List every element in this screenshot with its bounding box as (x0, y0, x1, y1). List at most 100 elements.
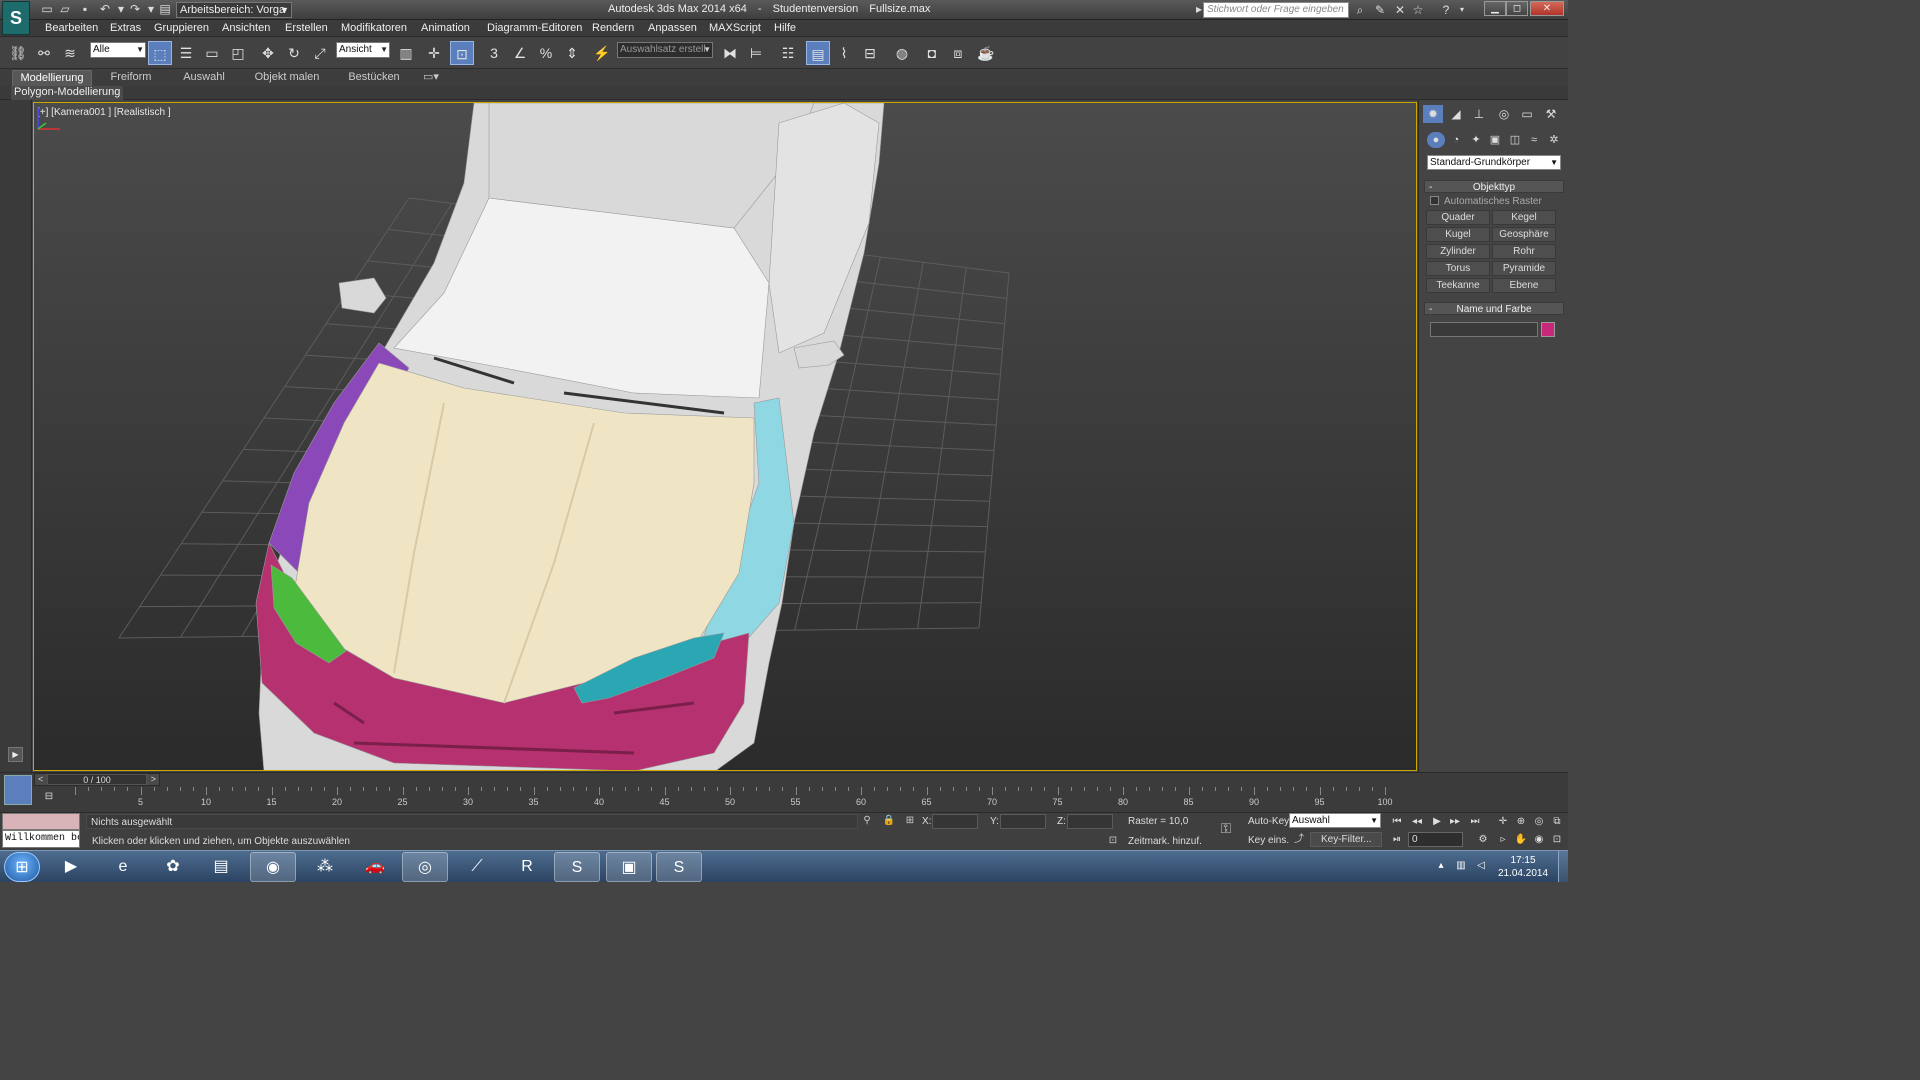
menu-maxscript[interactable]: MAXScript (709, 22, 761, 34)
open-trackbar-icon[interactable]: ⊟ (38, 791, 60, 807)
time-configuration-icon[interactable]: ⚙ (1476, 833, 1490, 847)
display-tab-icon[interactable]: ▭ (1517, 105, 1537, 123)
time-slider-handle[interactable]: 0 / 100 (47, 774, 147, 785)
material-editor-icon[interactable]: ◍ (890, 41, 914, 65)
spacewarps-icon[interactable]: ≈ (1525, 132, 1543, 148)
key-filter-button[interactable]: Key-Filter... (1310, 832, 1382, 847)
default-in-out-tangent-icon[interactable]: ⤴ (1292, 833, 1306, 847)
menu-hilfe[interactable]: Hilfe (774, 22, 796, 34)
object-color-swatch[interactable] (1541, 322, 1555, 337)
next-frame-button[interactable]: > (151, 774, 156, 785)
z-coordinate-field[interactable] (1067, 814, 1113, 829)
select-by-name-icon[interactable]: ☰ (174, 41, 198, 65)
zoom-all-icon[interactable]: ⊕ (1514, 815, 1528, 829)
maximize-button[interactable]: ◻ (1506, 1, 1528, 16)
maximize-toggle-icon[interactable]: ⊡ (1550, 833, 1564, 847)
media-player-icon[interactable]: ▶ (48, 852, 94, 882)
communication-center-icon[interactable]: ✕ (1392, 2, 1408, 18)
chrome-icon[interactable]: ◎ (402, 852, 448, 882)
motion-tab-icon[interactable]: ◎ (1494, 105, 1514, 123)
icq-icon[interactable]: ✿ (150, 852, 196, 882)
spinner-snap-icon[interactable]: ⇕ (560, 41, 584, 65)
open-file-icon[interactable]: ▱ (58, 2, 72, 17)
undo-dropdown-icon[interactable]: ▾ (114, 2, 128, 17)
file-explorer-icon[interactable]: ▤ (198, 852, 244, 882)
orbit-icon[interactable]: ◎ (1532, 815, 1546, 829)
box-button[interactable]: Quader (1426, 210, 1490, 225)
track-bar-ruler[interactable]: 5 10 15 20 25 30 35 40 45 50 55 60 65 70 75 80 85 90 95 100 (75, 787, 1393, 809)
lights-icon[interactable]: ✦ (1467, 132, 1485, 148)
named-selection-set-dropdown[interactable]: Auswahlsatz erstell ▼ (617, 42, 713, 58)
objekttyp-header[interactable]: - Objekttyp (1424, 180, 1564, 193)
zoom-icon[interactable]: ✛ (1496, 815, 1510, 829)
create-tab-icon[interactable]: ✹ (1423, 105, 1443, 123)
menu-gruppieren[interactable]: Gruppieren (154, 22, 209, 34)
network-tray-icon[interactable]: ▥ (1454, 860, 1468, 871)
binoculars-icon[interactable]: ⌕ (1352, 2, 1368, 18)
window-crossing-icon[interactable]: ◰ (226, 41, 250, 65)
selection-lock-icon[interactable]: 🔒 (882, 814, 896, 828)
volume-tray-icon[interactable]: ◁ (1474, 860, 1488, 871)
menu-bearbeiten[interactable]: Bearbeiten (45, 22, 98, 34)
key-mode-toggle-icon[interactable]: ⏯ (1390, 833, 1404, 847)
render-setup-icon[interactable]: ◘ (920, 41, 944, 65)
polygon-modeling-panel[interactable]: Polygon-Modellierung (11, 86, 124, 100)
project-folder-icon[interactable]: ▤ (158, 2, 172, 17)
primitive-category-dropdown[interactable]: Standard-Grundkörper ▼ (1427, 155, 1561, 170)
cylinder-button[interactable]: Zylinder (1426, 244, 1490, 259)
menu-erstellen[interactable]: Erstellen (285, 22, 328, 34)
hierarchy-tab-icon[interactable]: ⊥ (1469, 105, 1489, 123)
teapot-button[interactable]: Teekanne (1426, 278, 1490, 293)
shapes-icon[interactable]: ◔ (1447, 132, 1465, 148)
subscription-icon[interactable]: ✎ (1372, 2, 1388, 18)
new-file-icon[interactable]: ▭ (40, 2, 54, 17)
ribbon-options-icon[interactable]: ▭▾ (418, 70, 444, 86)
mirror-icon[interactable]: ⧓ (718, 41, 742, 65)
selection-filter-dropdown[interactable]: Alle ▼ (90, 42, 146, 58)
geosphere-button[interactable]: Geosphäre (1492, 227, 1556, 242)
modify-tab-icon[interactable]: ◢ (1446, 105, 1466, 123)
orbit-camera-icon[interactable]: ◉ (1532, 833, 1546, 847)
torus-button[interactable]: Torus (1426, 261, 1490, 276)
internet-explorer-icon[interactable]: e (100, 852, 146, 882)
maxscript-listener-input[interactable] (2, 813, 80, 830)
auto-key-button[interactable]: Auto-Key (1248, 816, 1289, 827)
start-button[interactable]: ⊞ (4, 852, 40, 882)
tab-freiform[interactable]: Freiform (100, 70, 162, 86)
link-icon[interactable]: ⛓ (6, 41, 30, 65)
cone-button[interactable]: Kegel (1492, 210, 1556, 225)
unlink-icon[interactable]: ⚯ (32, 41, 56, 65)
play-icon[interactable]: ▶ (8, 747, 23, 762)
tab-modellierung[interactable]: Modellierung (12, 70, 92, 86)
rockstar-icon[interactable]: R (504, 852, 550, 882)
close-button[interactable]: ✕ (1530, 1, 1564, 16)
geometry-icon[interactable]: ● (1427, 132, 1445, 148)
tab-auswahl[interactable]: Auswahl (174, 70, 234, 86)
select-object-icon[interactable]: ⬚ (148, 41, 172, 65)
undo-icon[interactable]: ↶ (98, 2, 112, 17)
key-mode-dropdown[interactable]: Auswahl ▼ (1289, 813, 1381, 828)
play-icon[interactable]: ▶ (1430, 815, 1444, 829)
time-slider[interactable]: < 0 / 100 > (34, 773, 160, 786)
layer-manager-icon[interactable]: ☷ (776, 41, 800, 65)
angle-snap-icon[interactable]: ∠ (508, 41, 532, 65)
auto-grid-checkbox[interactable]: Automatisches Raster (1430, 196, 1542, 208)
next-frame-icon[interactable]: ▸▸ (1448, 815, 1462, 829)
assetto-corsa-icon[interactable]: ⟋ (454, 852, 500, 882)
move-icon[interactable]: ✥ (256, 41, 280, 65)
menu-anpassen[interactable]: Anpassen (648, 22, 697, 34)
align-icon[interactable]: ⊨ (744, 41, 768, 65)
time-tag-icon[interactable]: ⊡ (1106, 834, 1120, 848)
x-coordinate-field[interactable] (932, 814, 978, 829)
snaps-toggle-icon[interactable]: 3 (482, 41, 506, 65)
pivot-center-icon[interactable]: ▥ (394, 41, 418, 65)
maxscript-output[interactable]: Willkommen bei (2, 830, 80, 848)
tube-button[interactable]: Rohr (1492, 244, 1556, 259)
save-icon[interactable]: ▪ (78, 2, 92, 17)
helpers-icon[interactable]: ◫ (1506, 132, 1524, 148)
camera-viewport[interactable]: [+] [Kamera001 ] [Realistisch ] (33, 102, 1417, 771)
object-name-field[interactable] (1430, 322, 1538, 337)
image-viewer-icon[interactable]: ▣ (606, 852, 652, 882)
application-menu-button[interactable]: S (2, 1, 30, 35)
help-dropdown-icon[interactable]: ▾ (1454, 2, 1470, 18)
